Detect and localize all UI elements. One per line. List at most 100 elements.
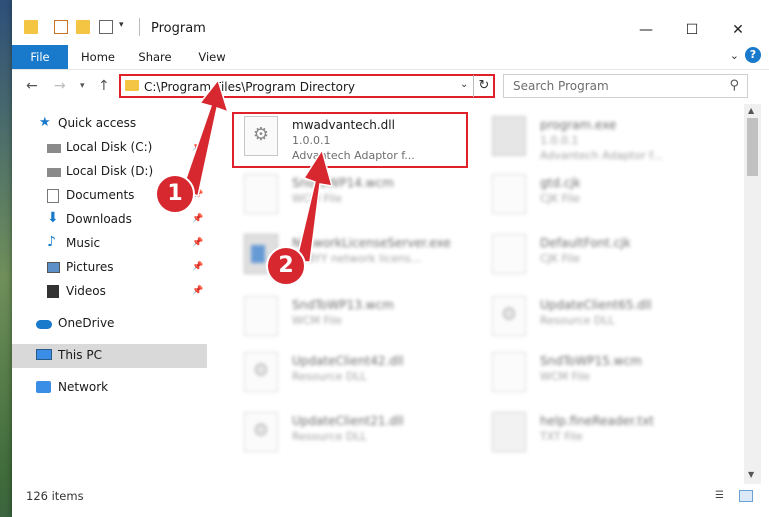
sidebar-item-label: Network: [58, 380, 109, 394]
file-name: NetworkLicenseServer.exe: [292, 236, 451, 250]
file-type: Resource DLL: [540, 314, 615, 327]
vertical-scrollbar[interactable]: ▲ ▼: [744, 104, 761, 484]
properties-icon[interactable]: [54, 20, 68, 34]
quick-access-dropdown-icon[interactable]: ▾: [119, 20, 124, 30]
file-type: Resource DLL: [292, 430, 367, 443]
forward-arrow-icon[interactable]: →: [54, 78, 66, 94]
details-view-icon[interactable]: ☰: [715, 490, 729, 502]
star-icon: ★: [39, 115, 51, 130]
file-item-sndtowp14[interactable]: SndToWP14.wcm WCM File: [220, 168, 460, 226]
sidebar-item-quick-access[interactable]: ★ Quick access: [12, 112, 207, 136]
sidebar-item-videos[interactable]: Videos 📌: [12, 280, 207, 304]
file-type: WCM File: [540, 370, 590, 383]
pictures-icon: [47, 262, 60, 273]
sidebar-item-label: Quick access: [58, 116, 137, 130]
maximize-button[interactable]: ☐: [669, 18, 715, 42]
document-icon: [492, 352, 526, 392]
up-arrow-icon[interactable]: ↑: [98, 78, 110, 94]
sidebar-item-label: Local Disk (D:): [66, 164, 154, 178]
recent-locations-icon[interactable]: ▾: [80, 81, 85, 91]
file-item-updateclient42[interactable]: ⚙ UpdateClient42.dll Resource DLL: [220, 346, 460, 404]
tab-file[interactable]: File: [12, 45, 68, 69]
file-item-gtd-cjk[interactable]: gtd.cjk CJK File: [468, 168, 708, 226]
scrollbar-thumb[interactable]: [747, 118, 758, 176]
scroll-up-icon[interactable]: ▲: [748, 106, 754, 115]
file-item-help-finereader[interactable]: help.fineReader.txt TXT File: [468, 406, 708, 464]
file-item-defaultfont-cjk[interactable]: DefaultFont.cjk CJK File: [468, 228, 708, 286]
step-marker-2: 2: [266, 246, 306, 286]
document-icon: [244, 174, 278, 214]
tab-home[interactable]: Home: [76, 45, 120, 69]
file-item-updateclient65[interactable]: ⚙ UpdateClient65.dll Resource DLL: [468, 290, 708, 348]
exe-icon: [492, 116, 526, 156]
file-name: UpdateClient42.dll: [292, 354, 404, 368]
file-item-program-exe[interactable]: program.exe 1.0.0.1 Advantech Adaptor f.…: [468, 110, 708, 168]
title-divider: [139, 18, 140, 36]
drive-icon: [47, 144, 61, 153]
sidebar-item-label: Local Disk (C:): [66, 140, 153, 154]
file-type: WCM File: [292, 314, 342, 327]
address-path[interactable]: C:\Program Files\Program Directory: [144, 80, 355, 94]
pin-icon[interactable]: 📌: [192, 286, 203, 296]
refresh-icon[interactable]: ↻: [473, 75, 494, 97]
title-bar: ▾ Program — ☐ ✕: [12, 0, 769, 38]
document-icon: [492, 234, 526, 274]
pin-icon[interactable]: 📌: [192, 142, 203, 152]
target-file-highlight: [232, 112, 468, 168]
minimize-button[interactable]: —: [623, 18, 669, 42]
address-row: ← → ▾ ↑ C:\Program Files\Program Directo…: [12, 72, 769, 102]
file-name: SndToWP15.wcm: [540, 354, 642, 368]
file-name: SndToWP14.wcm: [292, 176, 394, 190]
file-description: ABBYY network licens...: [292, 252, 422, 265]
file-name: UpdateClient21.dll: [292, 414, 404, 428]
explorer-window: ▾ Program — ☐ ✕ File Home Share View ⌄ ?…: [12, 0, 769, 517]
file-item-sndtowp15[interactable]: SndToWP15.wcm WCM File: [468, 346, 708, 404]
file-name: DefaultFont.cjk: [540, 236, 631, 250]
file-item-networklicenseserver[interactable]: NetworkLicenseServer.exe ABBYY network l…: [220, 228, 460, 286]
sidebar-item-label: OneDrive: [58, 316, 115, 330]
download-icon: ⬇: [47, 210, 59, 226]
document-icon: [244, 296, 278, 336]
file-name: help.fineReader.txt: [540, 414, 654, 428]
pin-icon[interactable]: 📌: [192, 238, 203, 248]
file-name: gtd.cjk: [540, 176, 581, 190]
folder-icon[interactable]: [24, 20, 38, 34]
pin-icon[interactable]: 📌: [192, 214, 203, 224]
chevron-down-icon[interactable]: ⌄: [730, 49, 739, 62]
tab-share[interactable]: Share: [132, 45, 178, 69]
app-icon-mark: [251, 245, 265, 263]
folder-icon: [125, 80, 139, 91]
sidebar-item-pictures[interactable]: Pictures 📌: [12, 256, 207, 280]
file-name: UpdateClient65.dll: [540, 298, 652, 312]
music-icon: ♪: [47, 234, 56, 250]
file-item-sndtowp13[interactable]: SndToWP13.wcm WCM File: [220, 290, 460, 348]
network-icon: [36, 381, 51, 393]
search-icon[interactable]: ⚲: [729, 78, 739, 93]
sidebar-item-label: Pictures: [66, 260, 114, 274]
back-arrow-icon[interactable]: ←: [26, 78, 38, 94]
pin-icon[interactable]: 📌: [192, 262, 203, 272]
file-item-updateclient21[interactable]: ⚙ UpdateClient21.dll Resource DLL: [220, 406, 460, 464]
sidebar-item-local-disk-c[interactable]: Local Disk (C:) 📌: [12, 136, 207, 160]
close-button[interactable]: ✕: [715, 18, 761, 42]
file-name: SndToWP13.wcm: [292, 298, 394, 312]
help-button[interactable]: ?: [745, 47, 761, 63]
scroll-down-icon[interactable]: ▼: [748, 470, 754, 479]
chevron-down-icon[interactable]: ⌄: [460, 79, 468, 90]
search-input[interactable]: Search Program ⚲: [503, 74, 748, 98]
address-bar[interactable]: C:\Program Files\Program Directory ⌄ ↻: [119, 74, 495, 98]
search-placeholder: Search Program: [513, 79, 609, 93]
large-icons-view-icon[interactable]: [739, 490, 753, 502]
dll-gear-icon: ⚙: [492, 296, 526, 336]
tab-view[interactable]: View: [190, 45, 234, 69]
file-description: Advantech Adaptor f...: [540, 149, 663, 162]
step-marker-1: 1: [155, 174, 195, 214]
new-folder-icon[interactable]: [76, 20, 90, 34]
sidebar-item-onedrive[interactable]: OneDrive: [12, 312, 207, 336]
sidebar-item-this-pc[interactable]: This PC: [12, 344, 207, 368]
sidebar-item-music[interactable]: ♪ Music 📌: [12, 232, 207, 256]
computer-icon: [36, 349, 52, 360]
sidebar-item-network[interactable]: Network: [12, 376, 207, 400]
customize-icon[interactable]: [99, 20, 113, 34]
pin-icon[interactable]: 📌: [192, 166, 203, 176]
